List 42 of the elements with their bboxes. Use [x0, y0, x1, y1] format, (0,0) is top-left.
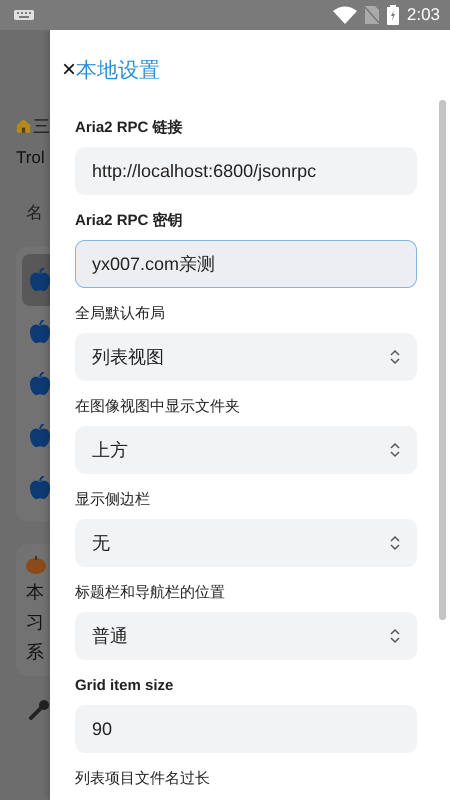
field-label: Grid item size: [75, 676, 174, 696]
field-label: 在图像视图中显示文件夹: [75, 397, 241, 417]
field-label: 显示侧边栏: [75, 490, 151, 510]
close-button[interactable]: ×: [62, 58, 76, 82]
apple-icon: [30, 372, 50, 396]
status-time: 2:03: [406, 5, 440, 25]
field-label: 全局默认布局: [75, 304, 166, 324]
notice-text: 习: [26, 611, 45, 634]
house-icon: [16, 117, 31, 135]
apple-icon: [30, 424, 50, 448]
drawer-title: 本地设置: [76, 58, 160, 84]
select-field[interactable]: 无: [75, 519, 417, 567]
battery-icon: [386, 5, 399, 25]
wrench-icon: [28, 699, 50, 721]
input-field[interactable]: 90: [75, 705, 417, 753]
pumpkin-icon: [26, 556, 46, 574]
breadcrumb-text: 三: [33, 116, 50, 138]
wifi-icon: [332, 6, 357, 24]
scrollbar[interactable]: [439, 100, 446, 620]
input-field[interactable]: http://localhost:6800/jsonrpc: [75, 147, 417, 195]
field-label: 列表项目文件名过长: [75, 769, 211, 789]
keyboard-icon: [14, 9, 34, 21]
notice-text: 本: [26, 581, 45, 604]
field-label: Aria2 RPC 链接: [75, 118, 184, 138]
apple-icon: [30, 476, 50, 500]
input-field[interactable]: yx007.com亲测: [75, 240, 417, 288]
app-name: Trol: [16, 148, 45, 168]
apple-icon: [30, 320, 50, 344]
select-field[interactable]: 普通: [75, 612, 417, 660]
updown-chevron-icon: [390, 442, 400, 458]
select-field[interactable]: 上方: [75, 426, 417, 474]
updown-chevron-icon: [390, 349, 400, 365]
select-field[interactable]: 列表视图: [75, 333, 417, 381]
file-row[interactable]: [22, 254, 50, 306]
updown-chevron-icon: [390, 535, 400, 551]
field-label: 标题栏和导航栏的位置: [75, 583, 226, 603]
column-header: 名: [26, 202, 43, 224]
notice-text: 系: [26, 641, 45, 664]
apple-icon: [30, 268, 50, 292]
field-label: Aria2 RPC 密钥: [75, 211, 184, 231]
no-sim-icon: [364, 6, 379, 24]
updown-chevron-icon: [390, 628, 400, 644]
